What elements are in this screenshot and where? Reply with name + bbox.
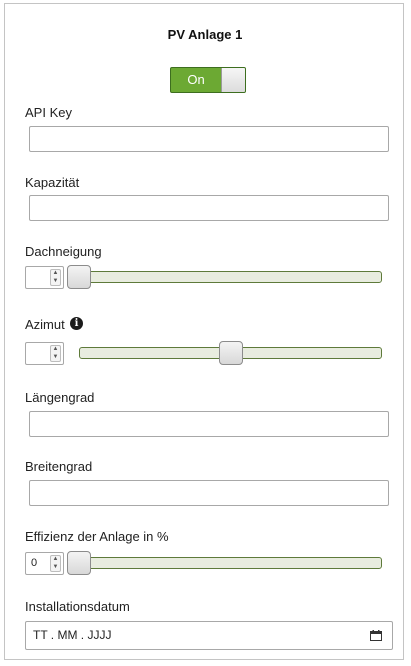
panel-title: PV Anlage 1	[167, 27, 243, 42]
effizienz-label: Effizienz der Anlage in %	[25, 529, 169, 544]
installationsdatum-label: Installationsdatum	[25, 599, 130, 614]
calendar-icon[interactable]	[370, 630, 382, 641]
dachneigung-slider-track[interactable]	[67, 265, 382, 289]
stepper-up-icon[interactable]: ▲	[51, 346, 60, 353]
toggle-knob	[221, 68, 245, 92]
api-key-label: API Key	[25, 105, 72, 120]
breitengrad-label: Breitengrad	[25, 459, 93, 474]
kapazitaet-label: Kapazität	[25, 175, 80, 190]
info-icon[interactable]: i	[70, 317, 83, 330]
api-key-input[interactable]	[29, 126, 389, 152]
effizienz-slider-track[interactable]	[67, 551, 382, 575]
azimut-slider-handle[interactable]	[218, 341, 243, 365]
kapazitaet-input[interactable]	[29, 195, 389, 221]
toggle-label: On	[187, 72, 205, 87]
laengengrad-input[interactable]	[29, 411, 389, 437]
stepper-up-icon[interactable]: ▲	[51, 556, 60, 563]
effizienz-number-input[interactable]: 0 ▲ ▼	[25, 552, 64, 575]
dachneigung-number-input[interactable]: ▲ ▼	[25, 266, 64, 289]
breitengrad-input[interactable]	[29, 480, 389, 506]
azimut-stepper[interactable]: ▲ ▼	[50, 345, 61, 362]
laengengrad-label: Längengrad	[25, 390, 95, 405]
azimut-label: Azimut	[25, 317, 65, 332]
dachneigung-label: Dachneigung	[25, 244, 102, 259]
azimut-slider-track[interactable]	[79, 341, 382, 365]
stepper-down-icon[interactable]: ▼	[51, 564, 60, 571]
dachneigung-stepper[interactable]: ▲ ▼	[50, 269, 61, 286]
pv-settings-panel: PV Anlage 1 On API Key Kapazität Dachnei…	[4, 3, 404, 660]
dachneigung-slider-handle[interactable]	[67, 265, 91, 289]
enable-toggle[interactable]: On	[170, 67, 246, 93]
effizienz-stepper[interactable]: ▲ ▼	[50, 555, 61, 572]
date-placeholder: TT . MM . JJJJ	[33, 628, 112, 642]
effizienz-slider-handle[interactable]	[67, 551, 91, 575]
stepper-down-icon[interactable]: ▼	[51, 354, 60, 361]
installationsdatum-input[interactable]: TT . MM . JJJJ	[25, 621, 393, 650]
effizienz-value: 0	[31, 557, 38, 569]
stepper-up-icon[interactable]: ▲	[51, 270, 60, 277]
stepper-down-icon[interactable]: ▼	[51, 278, 60, 285]
azimut-number-input[interactable]: ▲ ▼	[25, 342, 64, 365]
